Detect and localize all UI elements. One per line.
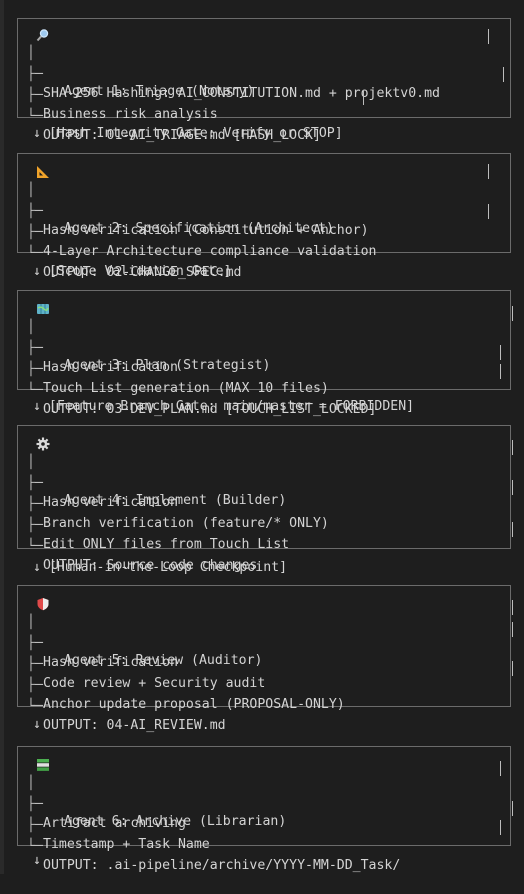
agent-5-line-2: ├─ Code review + Security audit (27, 657, 266, 691)
agent-3-box: │ Agent 3: Plan (Strategist) ├─ Hash ver… (17, 290, 513, 417)
right-border-glyph (512, 522, 513, 537)
agent-3-header: │ Agent 3: Plan (Strategist) (18, 299, 510, 373)
right-border-glyph (512, 306, 513, 321)
agent-4-line-1: ├─ Hash verification (27, 476, 178, 510)
agent-5-line-4: └─ OUTPUT: 04-AI_REVIEW.md (27, 699, 226, 733)
agent-6-line-2: ├─ Timestamp + Task Name (27, 818, 210, 852)
agent-4-line-4: └─ OUTPUT: Source code changes (27, 539, 258, 573)
triangle-ruler-icon (35, 164, 50, 179)
gate-3: ↓ [Feature Branch Gate: main/master = FO… (33, 399, 415, 414)
agent-6-line-3: └─ OUTPUT: .ai-pipeline/archive/YYYY-MM-… (27, 839, 401, 873)
agent-6-line-1: ├─ Artifact archiving (27, 797, 186, 831)
agent-2-header: │ Agent 2: Specification (Architect) (18, 162, 510, 236)
right-border-glyph (512, 622, 513, 637)
agent-5-line-1: ├─ Hash verification (27, 636, 178, 670)
right-border-glyph (512, 661, 513, 676)
agent-1-line-3: └─ OUTPUT: 01-AI_TRIAGE.md [HASH_LOCK] (27, 109, 321, 143)
shield-icon (35, 596, 50, 611)
agent-1-line-1: ├─ SHA-256 Hashing: AI_CONSTITUTION.md +… (27, 67, 440, 101)
right-border-glyph (488, 204, 489, 219)
agent-2-line-1: ├─ Hash verification (Constitution + Anc… (27, 204, 369, 238)
agent-3-line-1: ├─ Hash verification (27, 341, 178, 375)
gate-2: ↓ [Scope Validation Gate] (33, 264, 232, 279)
right-border-glyph (512, 480, 513, 495)
agent-1-header: │ Agent 1: Triage (Notary) (18, 25, 510, 99)
agent-4-line-2: ├─ Branch verification (feature/* ONLY) (27, 497, 329, 531)
right-border-glyph (503, 67, 504, 82)
right-border-glyph (488, 164, 489, 179)
agent-4-header: │ Agent 4: Implement (Builder) (18, 434, 510, 508)
agent-3-line-2: ├─ Touch List generation (MAX 10 files) (27, 362, 329, 396)
right-border-glyph (512, 801, 513, 816)
gate-1: ↓ [Hash Integrity Gate: Verify or STOP] (33, 126, 343, 141)
right-border-glyph (500, 820, 501, 835)
agent-5-box: │ Agent 5: Review (Auditor) ├─ Hash veri… (17, 585, 513, 733)
map-icon (35, 301, 50, 316)
agent-6-box: │ Agent 6: Archive (Librarian) ├─ Artifa… (17, 746, 513, 873)
agent-3-line-3: └─ OUTPUT: 03-DEV_PLAN.md [TOUCH_LIST_LO… (27, 383, 377, 417)
gear-icon (35, 436, 50, 451)
right-border-glyph (512, 600, 513, 615)
agent-6-header: │ Agent 6: Archive (Librarian) (18, 755, 510, 829)
agent-2-line-3: └─ OUTPUT: 02-CHANGE_SPEC.md (27, 246, 242, 280)
agent-5-header: │ Agent 5: Review (Auditor) (18, 594, 510, 668)
agent-5-line-3: ├─ Anchor update proposal (PROPOSAL-ONLY… (27, 678, 345, 712)
agent-1-line-2: ├─ Business risk analysis (27, 88, 218, 122)
right-border-glyph (363, 90, 364, 105)
right-border-glyph (512, 440, 513, 455)
right-border-glyph (500, 345, 501, 360)
agent-2-box: │ Agent 2: Specification (Architect) ├─ … (17, 153, 511, 280)
agent-2-line-2: ├─ 4-Layer Architecture compliance valid… (27, 225, 377, 259)
gate-5: ↓ (33, 717, 41, 732)
right-border-glyph (500, 364, 501, 379)
editor-gutter (0, 0, 4, 874)
books-icon (35, 757, 50, 772)
gate-6: ↓ (33, 853, 41, 868)
agent-4-line-3: ├─ Edit ONLY files from Touch List (27, 518, 290, 552)
right-border-glyph (500, 761, 501, 776)
agent-4-box: │ Agent 4: Implement (Builder) ├─ Hash v… (17, 425, 513, 573)
agent-1-box: │ Agent 1: Triage (Notary) ├─ SHA-256 Ha… (17, 18, 511, 143)
magnifier-icon (35, 27, 50, 42)
right-border-glyph (488, 29, 489, 44)
gate-4: ↓ [Human-in-the-Loop Checkpoint] (33, 560, 288, 575)
